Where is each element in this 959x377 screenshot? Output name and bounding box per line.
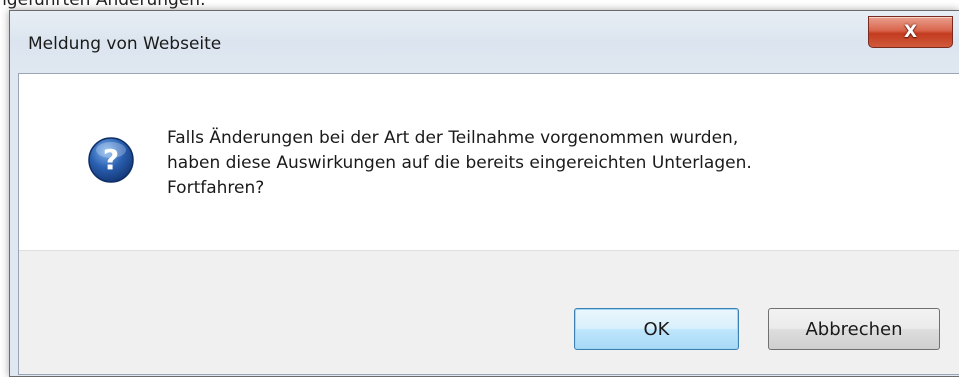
close-button[interactable]: X [868, 16, 953, 48]
message-line: Fortfahren? [167, 178, 265, 198]
close-icon: X [903, 22, 918, 42]
dialog-message: Falls Änderungen bei der Art der Teilnah… [167, 126, 752, 201]
page: ngeführten Änderungen. Meldung von Webse… [0, 0, 959, 377]
ok-button[interactable]: OK [574, 308, 739, 350]
cancel-button[interactable]: Abbrechen [768, 308, 940, 350]
message-line: Falls Änderungen bei der Art der Teilnah… [167, 128, 739, 148]
dialog-titlebar[interactable]: Meldung von Webseite X [10, 11, 959, 71]
dialog-content: ? Falls Änderungen bei der Art der Teiln… [18, 73, 959, 375]
question-icon: ? [88, 137, 134, 183]
background-page-text: ngeführten Änderungen. [0, 0, 206, 10]
svg-text:?: ? [103, 143, 119, 176]
button-bar: OK Abbrechen [19, 250, 959, 374]
dialog-title: Meldung von Webseite [28, 34, 222, 54]
message-line: haben diese Auswirkungen auf die bereits… [167, 153, 752, 173]
message-area: ? Falls Änderungen bei der Art der Teiln… [19, 74, 959, 271]
alert-dialog: Meldung von Webseite X ? Falls Änderunge… [9, 10, 959, 377]
